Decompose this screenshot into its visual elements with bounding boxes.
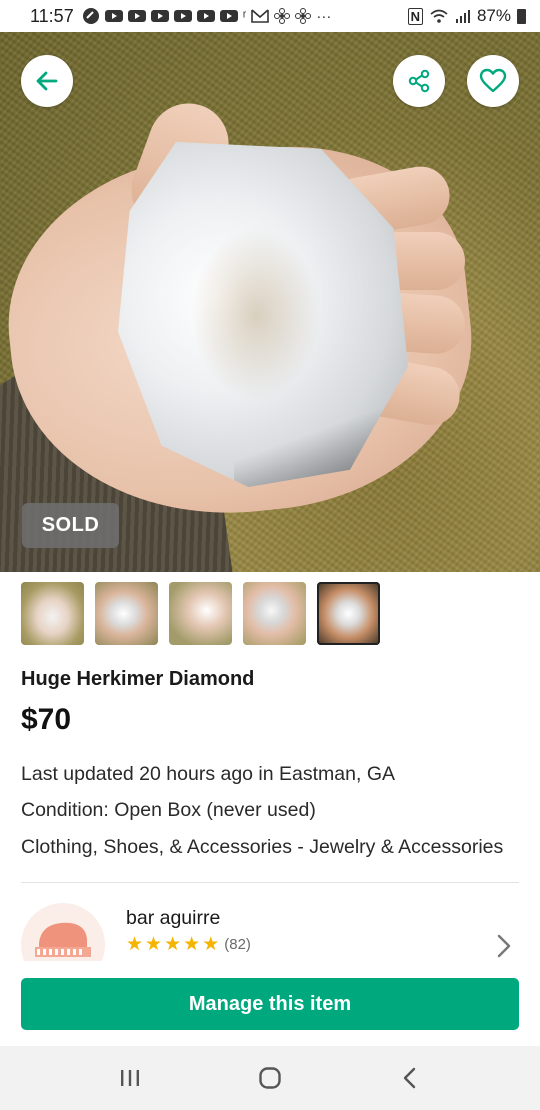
battery-icon <box>517 8 526 24</box>
listing-condition: Condition: Open Box (never used) <box>21 799 316 821</box>
system-back-button[interactable] <box>380 1058 440 1098</box>
recent-apps-button[interactable] <box>100 1058 160 1098</box>
piano-icon <box>35 922 91 957</box>
star-icon: ★ <box>126 934 144 955</box>
link-icon <box>82 8 99 24</box>
notification-icons: ʳ ··· <box>82 7 332 25</box>
seller-row[interactable]: bar aguirre ★ ★ ★ ★ ★ (82) <box>0 895 540 961</box>
wifi-icon <box>430 9 448 23</box>
more-notifications-icon: ··· <box>316 7 332 25</box>
save-favorite-button[interactable] <box>467 55 519 107</box>
photo-thumbnail[interactable] <box>21 582 84 645</box>
photo-thumbnail[interactable] <box>243 582 306 645</box>
system-navigation-bar <box>0 1046 540 1110</box>
heart-icon <box>479 68 507 93</box>
arrow-left-icon <box>36 71 58 91</box>
nfc-icon: N <box>407 7 423 25</box>
star-icon: ★ <box>202 934 220 955</box>
listing-category[interactable]: Clothing, Shoes, & Accessories - Jewelry… <box>21 836 503 859</box>
divider <box>21 882 519 883</box>
chevron-left-icon <box>403 1067 416 1089</box>
star-icon: ★ <box>145 934 163 955</box>
seller-avatar[interactable] <box>21 903 105 961</box>
photo-thumbnail-selected[interactable] <box>317 582 380 645</box>
listing-updated-location: Last updated 20 hours ago in Eastman, GA <box>21 763 395 785</box>
r-icon: ʳ <box>242 7 247 25</box>
photo-thumbnail-strip <box>21 582 380 645</box>
listing-title: Huge Herkimer Diamond <box>21 668 255 690</box>
gmail-icon <box>251 9 270 23</box>
home-icon <box>259 1067 281 1089</box>
seller-name[interactable]: bar aguirre <box>126 907 220 930</box>
seller-rating: ★ ★ ★ ★ ★ (82) <box>126 935 251 954</box>
youtube-icon <box>219 10 238 22</box>
manage-item-button[interactable]: Manage this item <box>21 978 519 1030</box>
youtube-icon <box>196 10 215 22</box>
signal-icon <box>455 10 470 23</box>
share-icon <box>408 69 430 93</box>
home-button[interactable] <box>240 1058 300 1098</box>
rating-count: (82) <box>224 936 251 953</box>
listing-price: $70 <box>21 703 72 736</box>
youtube-icon <box>104 10 123 22</box>
sold-badge: SOLD <box>22 503 119 548</box>
battery-percent: 87% <box>476 6 511 25</box>
photo-thumbnail[interactable] <box>95 582 158 645</box>
status-time: 11:57 <box>30 5 74 26</box>
recent-apps-icon <box>121 1070 139 1086</box>
youtube-icon <box>150 10 169 22</box>
youtube-icon <box>127 10 146 22</box>
listing-photo[interactable] <box>0 32 540 572</box>
back-button[interactable] <box>21 55 73 107</box>
status-bar: 11:57 ʳ ··· N 87% <box>0 0 540 32</box>
fan-icon <box>295 8 312 24</box>
fan-icon <box>274 8 291 24</box>
photo-thumbnail[interactable] <box>169 582 232 645</box>
chevron-right-icon[interactable] <box>494 933 514 959</box>
star-icon: ★ <box>183 934 201 955</box>
star-icon: ★ <box>164 934 182 955</box>
youtube-icon <box>173 10 192 22</box>
share-button[interactable] <box>393 55 445 107</box>
